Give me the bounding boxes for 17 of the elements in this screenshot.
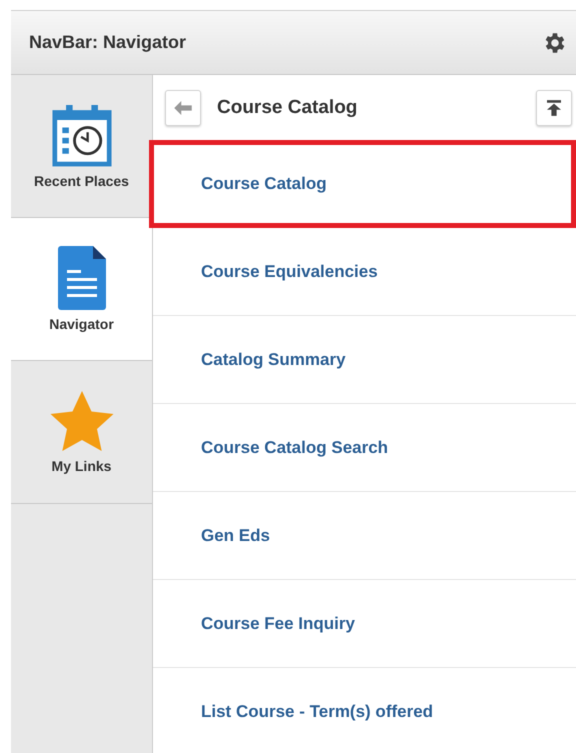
calendar-clock-icon (52, 103, 112, 167)
menu-link[interactable]: List Course - Term(s) offered (153, 668, 576, 753)
sidebar-tab[interactable]: Navigator (11, 218, 152, 361)
menu-link[interactable]: Catalog Summary (153, 316, 576, 404)
menu-link[interactable]: Course Equivalencies (153, 228, 576, 316)
menu-link[interactable]: Course Catalog Search (153, 404, 576, 492)
scroll-top-icon (547, 100, 561, 116)
back-arrow-icon (174, 100, 192, 114)
menu-link[interactable]: Course Catalog (149, 140, 576, 228)
scroll-top-button[interactable] (536, 90, 572, 126)
navbar-title: NavBar: Navigator (29, 32, 186, 53)
document-icon (58, 246, 106, 310)
back-button[interactable] (165, 90, 201, 126)
star-icon (50, 390, 114, 452)
panel-title: Course Catalog (217, 96, 358, 118)
menu-link[interactable]: Course Fee Inquiry (153, 580, 576, 668)
menu-link[interactable]: Gen Eds (153, 492, 576, 580)
